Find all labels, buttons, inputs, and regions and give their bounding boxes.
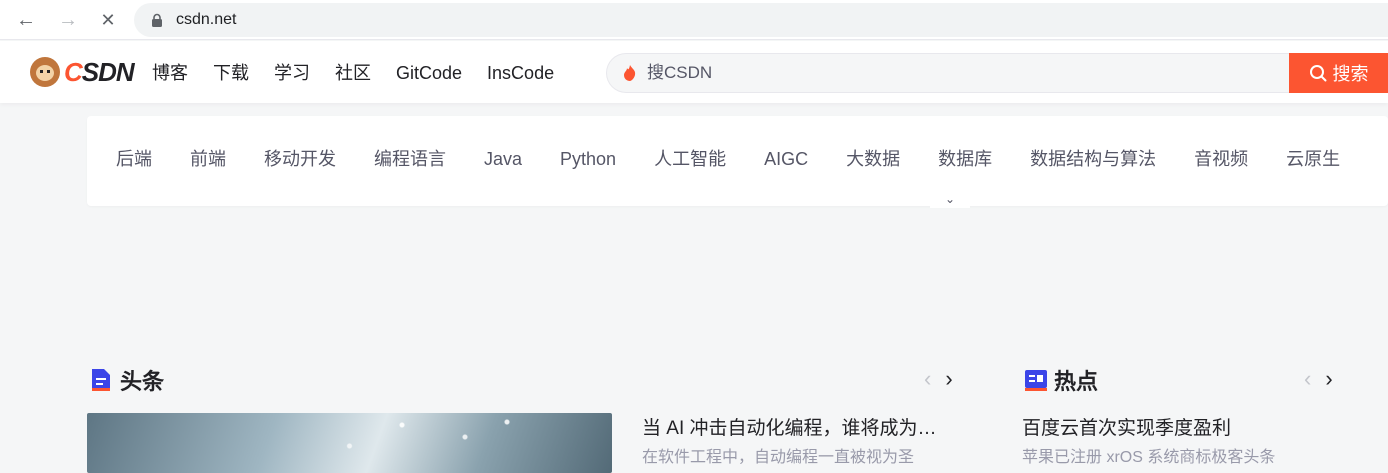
category-panel: 后端 前端 移动开发 编程语言 Java Python 人工智能 AIGC 大数… — [87, 116, 1388, 206]
category-algorithms[interactable]: 数据结构与算法 — [1030, 147, 1156, 171]
search-icon — [1309, 64, 1327, 82]
top-navigation: 博客 下载 学习 社区 GitCode InsCode — [152, 61, 579, 85]
address-bar[interactable]: csdn.net — [134, 3, 1388, 37]
category-backend[interactable]: 后端 — [116, 147, 152, 171]
back-button[interactable]: ← — [12, 6, 40, 34]
category-ai[interactable]: 人工智能 — [654, 147, 726, 171]
lock-icon — [150, 13, 164, 27]
category-cloud-native[interactable]: 云原生 — [1286, 147, 1340, 171]
expand-categories-chevron-down-icon[interactable]: ⌄ — [930, 190, 970, 208]
headline-article-title[interactable]: 当 AI 冲击自动化编程，谁将成为… — [642, 415, 962, 443]
category-python[interactable]: Python — [560, 147, 616, 171]
csdn-logo[interactable]: CSDN — [30, 56, 135, 88]
category-list: 后端 前端 移动开发 编程语言 Java Python 人工智能 AIGC 大数… — [116, 147, 1378, 171]
browser-toolbar: ← → ✕ csdn.net — [0, 0, 1388, 40]
category-languages[interactable]: 编程语言 — [374, 147, 446, 171]
search-button-label: 搜索 — [1332, 64, 1369, 84]
hot-prev-chevron-left-icon[interactable]: ‹ — [1304, 366, 1311, 392]
nav-link-gitcode[interactable]: GitCode — [396, 61, 462, 85]
category-mobile[interactable]: 移动开发 — [264, 147, 336, 171]
address-url: csdn.net — [176, 11, 237, 28]
headline-thumbnail[interactable] — [87, 413, 612, 473]
headlines-title: 头条 — [120, 369, 165, 394]
category-frontend[interactable]: 前端 — [190, 147, 226, 171]
hot-list-icon — [1024, 368, 1047, 392]
nav-link-inscode[interactable]: InsCode — [487, 61, 554, 85]
category-aigc[interactable]: AIGC — [764, 147, 808, 171]
nav-link-blog[interactable]: 博客 — [152, 61, 188, 85]
hot-article-desc: 苹果已注册 xrOS 系统商标极客头条 — [1022, 449, 1276, 466]
headline-article-desc: 在软件工程中，自动编程一直被视为圣 — [642, 449, 915, 466]
logo-wordmark: CSDN — [64, 56, 135, 87]
headlines-doc-icon — [90, 368, 112, 392]
category-java[interactable]: Java — [484, 147, 522, 171]
hot-header: 热点 — [1024, 364, 1098, 396]
category-bigdata[interactable]: 大数据 — [846, 147, 900, 171]
hot-next-chevron-right-icon[interactable]: › — [1325, 366, 1332, 392]
forward-button[interactable]: → — [54, 6, 82, 34]
hot-pager: ‹ › — [1304, 366, 1333, 392]
stop-loading-button[interactable]: ✕ — [94, 6, 122, 34]
monkey-mascot-icon — [30, 57, 60, 87]
hot-title: 热点 — [1054, 369, 1099, 394]
nav-link-learn[interactable]: 学习 — [274, 61, 310, 85]
category-audio-video[interactable]: 音视频 — [1194, 147, 1248, 171]
site-header: CSDN 博客 下载 学习 社区 GitCode InsCode 搜索 — [0, 41, 1388, 103]
headlines-prev-chevron-left-icon[interactable]: ‹ — [924, 366, 931, 392]
headlines-next-chevron-right-icon[interactable]: › — [945, 366, 952, 392]
search-input[interactable] — [647, 63, 1247, 83]
nav-link-community[interactable]: 社区 — [335, 61, 371, 85]
flame-icon — [623, 65, 637, 81]
hot-article[interactable]: 百度云首次实现季度盈利 苹果已注册 xrOS 系统商标极客头条 — [1022, 415, 1352, 469]
headlines-pager: ‹ › — [924, 366, 953, 392]
search-box — [606, 53, 1290, 93]
hot-article-title[interactable]: 百度云首次实现季度盈利 — [1022, 415, 1352, 443]
nav-link-download[interactable]: 下载 — [213, 61, 249, 85]
headline-article[interactable]: 当 AI 冲击自动化编程，谁将成为… 在软件工程中，自动编程一直被视为圣 — [642, 415, 962, 469]
headlines-header: 头条 — [90, 364, 164, 396]
search-button[interactable]: 搜索 — [1289, 53, 1388, 93]
category-database[interactable]: 数据库 — [938, 147, 992, 171]
